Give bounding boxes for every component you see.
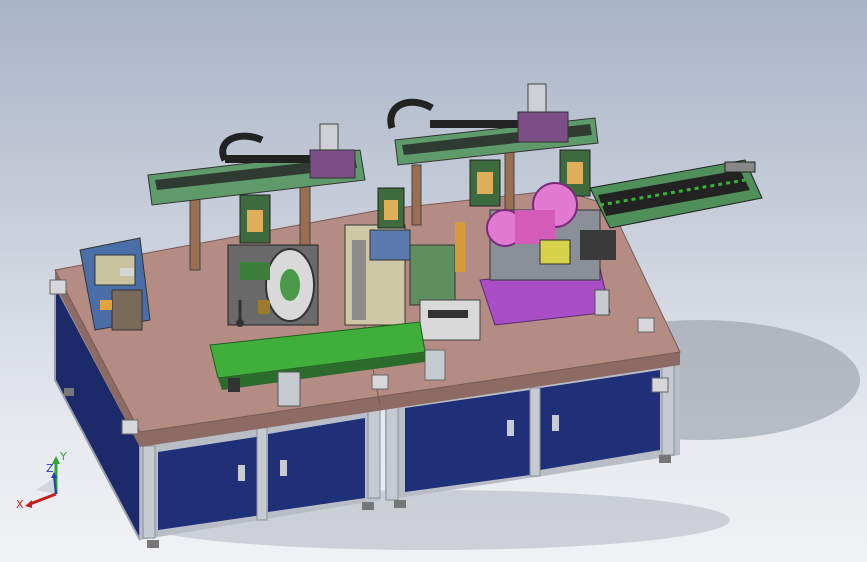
x-axis-icon	[29, 492, 57, 506]
axis-triad: X Y Z	[16, 450, 67, 511]
y-axis-label: Y	[59, 450, 67, 463]
z-axis-label: Z	[46, 462, 54, 475]
outfeed-conveyor	[589, 159, 763, 229]
x-axis-label: X	[16, 498, 24, 511]
cad-3d-viewport[interactable]	[0, 0, 867, 562]
left-station	[227, 244, 319, 327]
machine-assembly	[49, 83, 763, 548]
